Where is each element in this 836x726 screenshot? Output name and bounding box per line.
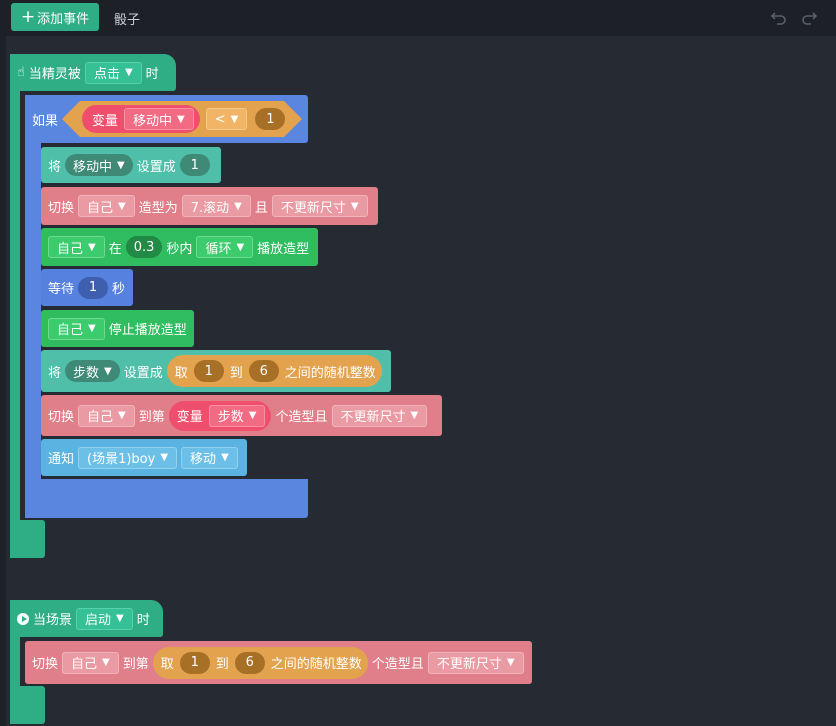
chevron-down-icon: ▼ — [102, 657, 110, 668]
hat-prefix: 当精灵被 — [28, 67, 81, 82]
top-toolbar: + 添加事件 骰子 — [0, 0, 836, 36]
chevron-down-icon: ▼ — [160, 452, 169, 463]
set-variable-block[interactable]: 将 移动中 ▼ 设置成 1 — [41, 147, 221, 183]
target-dropdown[interactable]: 自己 ▼ — [62, 651, 119, 674]
play-costume-block[interactable]: 自己 ▼ 在 0.3 秒内 循环 ▼ 播放造型 — [41, 228, 318, 266]
switch-costume-random-block[interactable]: 切换 自己 ▼ 到第 取 1 到 6 之间的随机整数 个造型且 不更新尺寸 ▼ — [25, 641, 532, 684]
undo-icon[interactable] — [770, 8, 788, 26]
chevron-down-icon: ▼ — [234, 200, 242, 212]
trigger-dropdown[interactable]: 点击 ▼ — [84, 61, 142, 84]
random-to-input[interactable]: 6 — [248, 360, 279, 382]
chevron-down-icon: ▼ — [104, 365, 112, 377]
variable-dropdown[interactable]: 移动中 ▼ — [65, 154, 133, 176]
random-from-input[interactable]: 1 — [179, 651, 210, 674]
canvas-left-edge — [0, 36, 6, 726]
random-reporter[interactable]: 取 1 到 6 之间的随机整数 — [166, 355, 382, 387]
size-mode-dropdown[interactable]: 不更新尺寸 ▼ — [271, 195, 368, 217]
script1-hat-block[interactable]: ☝ 当精灵被 点击 ▼ 时 — [10, 54, 176, 91]
chevron-down-icon: ▼ — [410, 410, 419, 421]
hat-suffix: 时 — [145, 67, 159, 82]
seconds-input[interactable]: 0.3 — [125, 236, 163, 258]
size-mode-dropdown[interactable]: 不更新尺寸 ▼ — [427, 651, 524, 674]
plus-icon: + — [20, 6, 36, 27]
chevron-down-icon: ▼ — [248, 410, 257, 421]
script1-event-bracket — [10, 54, 20, 529]
chevron-down-icon: ▼ — [506, 657, 515, 668]
target-dropdown[interactable]: 自己 ▼ — [48, 236, 105, 258]
chevron-down-icon: ▼ — [221, 452, 229, 463]
random-reporter[interactable]: 取 1 到 6 之间的随机整数 — [152, 646, 368, 679]
script2-event-foot — [10, 686, 45, 724]
set-variable-random-block[interactable]: 将 步数 ▼ 设置成 取 1 到 6 之间的随机整数 — [41, 350, 391, 392]
random-from-input[interactable]: 1 — [193, 360, 224, 382]
chevron-down-icon: ▼ — [117, 159, 125, 171]
chevron-down-icon: ▼ — [116, 613, 124, 624]
chevron-down-icon: ▼ — [88, 323, 96, 334]
wait-seconds-input[interactable]: 1 — [78, 276, 109, 299]
trigger-dropdown[interactable]: 启动 ▼ — [76, 607, 133, 630]
target-dropdown[interactable]: 自己 ▼ — [48, 317, 105, 340]
variable-reporter[interactable]: 变量 步数 ▼ — [168, 400, 272, 431]
hand-pointer-icon: ☝ — [17, 65, 25, 80]
size-mode-dropdown[interactable]: 不更新尺寸 ▼ — [331, 404, 428, 427]
script2-hat-block[interactable]: 当场景 启动 ▼ 时 — [10, 600, 163, 637]
sprite-tab[interactable]: 骰子 — [114, 9, 140, 28]
chevron-down-icon: ▼ — [124, 67, 133, 78]
chevron-down-icon: ▼ — [350, 200, 359, 212]
chevron-down-icon: ▼ — [177, 113, 185, 125]
variable-reporter[interactable]: 变量 移动中 ▼ — [82, 105, 200, 133]
script1-event-foot — [10, 520, 45, 558]
costume-dropdown[interactable]: 7.滚动 ▼ — [181, 195, 251, 217]
add-event-button[interactable]: + 添加事件 — [11, 3, 99, 31]
redo-icon[interactable] — [800, 8, 818, 26]
message-dropdown[interactable]: 移动 ▼ — [181, 446, 238, 469]
variable-dropdown[interactable]: 步数 ▼ — [208, 404, 266, 427]
hat-suffix: 时 — [136, 613, 150, 628]
target-dropdown[interactable]: 自己 ▼ — [78, 195, 135, 217]
compare-value[interactable]: 1 — [255, 108, 286, 130]
condition-content: 变量 移动中 ▼ < ▼ 1 — [82, 104, 286, 134]
variable-dropdown[interactable]: 步数 ▼ — [65, 360, 120, 382]
chevron-down-icon: ▼ — [118, 410, 126, 421]
stop-costume-block[interactable]: 自己 ▼ 停止播放造型 — [41, 310, 194, 347]
chevron-down-icon: ▼ — [236, 241, 245, 253]
play-circle-icon — [17, 612, 29, 625]
chevron-down-icon: ▼ — [88, 241, 96, 253]
switch-costume-index-block[interactable]: 切换 自己 ▼ 到第 变量 步数 ▼ 个造型且 不更新尺寸 ▼ — [41, 395, 442, 436]
variable-dropdown[interactable]: 移动中 ▼ — [124, 108, 194, 130]
value-input[interactable]: 1 — [179, 154, 210, 176]
target-dropdown[interactable]: 自己 ▼ — [78, 404, 135, 427]
chevron-down-icon: ▼ — [118, 200, 126, 212]
if-block-footer — [25, 479, 308, 518]
operator-dropdown[interactable]: < ▼ — [205, 108, 248, 130]
broadcast-block[interactable]: 通知 (场景1)boy ▼ 移动 ▼ — [41, 439, 247, 476]
receiver-dropdown[interactable]: (场景1)boy ▼ — [78, 446, 178, 469]
loop-dropdown[interactable]: 循环 ▼ — [196, 236, 254, 258]
add-event-label: 添加事件 — [37, 11, 90, 27]
random-to-input[interactable]: 6 — [234, 651, 265, 674]
chevron-down-icon: ▼ — [230, 113, 239, 125]
wait-block[interactable]: 等待 1 秒 — [41, 269, 133, 306]
if-block-arm — [25, 95, 41, 518]
hat-prefix: 当场景 — [33, 613, 73, 628]
switch-costume-block[interactable]: 切换 自己 ▼ 造型为 7.滚动 ▼ 且 不更新尺寸 ▼ — [41, 187, 378, 225]
if-label: 如果 — [32, 114, 59, 129]
